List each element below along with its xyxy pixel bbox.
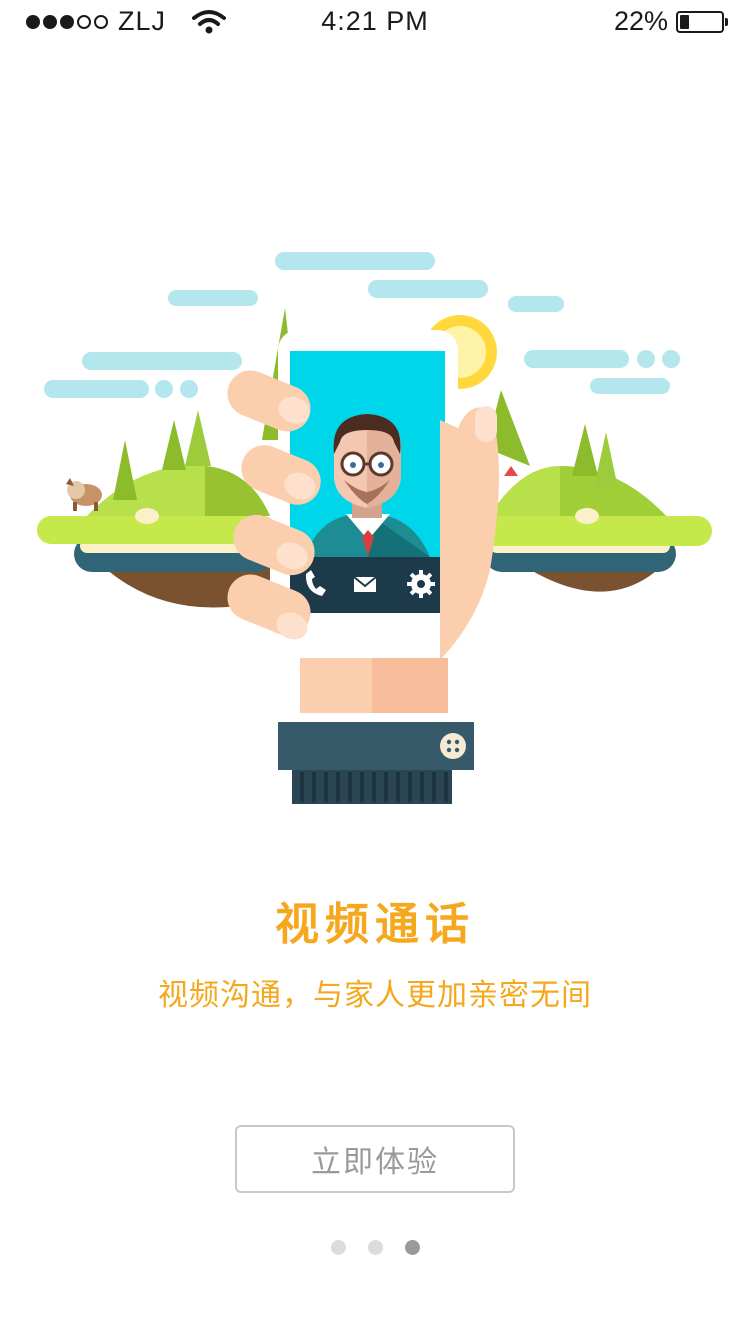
feature-title: 视频通话 (275, 899, 475, 950)
feature-subtitle: 视频沟通，与家人更加亲密无间 (158, 978, 592, 1013)
right-island (470, 390, 712, 592)
sleeve (278, 722, 474, 804)
status-bar: ZLJ 4:21 PM 22% (0, 0, 750, 44)
video-call-illustration (37, 252, 712, 804)
battery-percent: 22% (613, 6, 668, 36)
gear-icon (407, 570, 435, 598)
battery-level (680, 14, 689, 29)
cuff-button-icon (440, 733, 466, 759)
page-indicator (0, 1240, 750, 1255)
page-dot[interactable] (404, 1240, 420, 1255)
try-now-button[interactable]: 立即体验 (235, 1125, 515, 1193)
battery-icon (676, 10, 728, 33)
status-right: 22% (613, 6, 728, 37)
dog (66, 478, 102, 511)
page-dot[interactable] (330, 1240, 346, 1255)
page-dot[interactable] (367, 1240, 383, 1255)
mail-icon (353, 576, 377, 592)
